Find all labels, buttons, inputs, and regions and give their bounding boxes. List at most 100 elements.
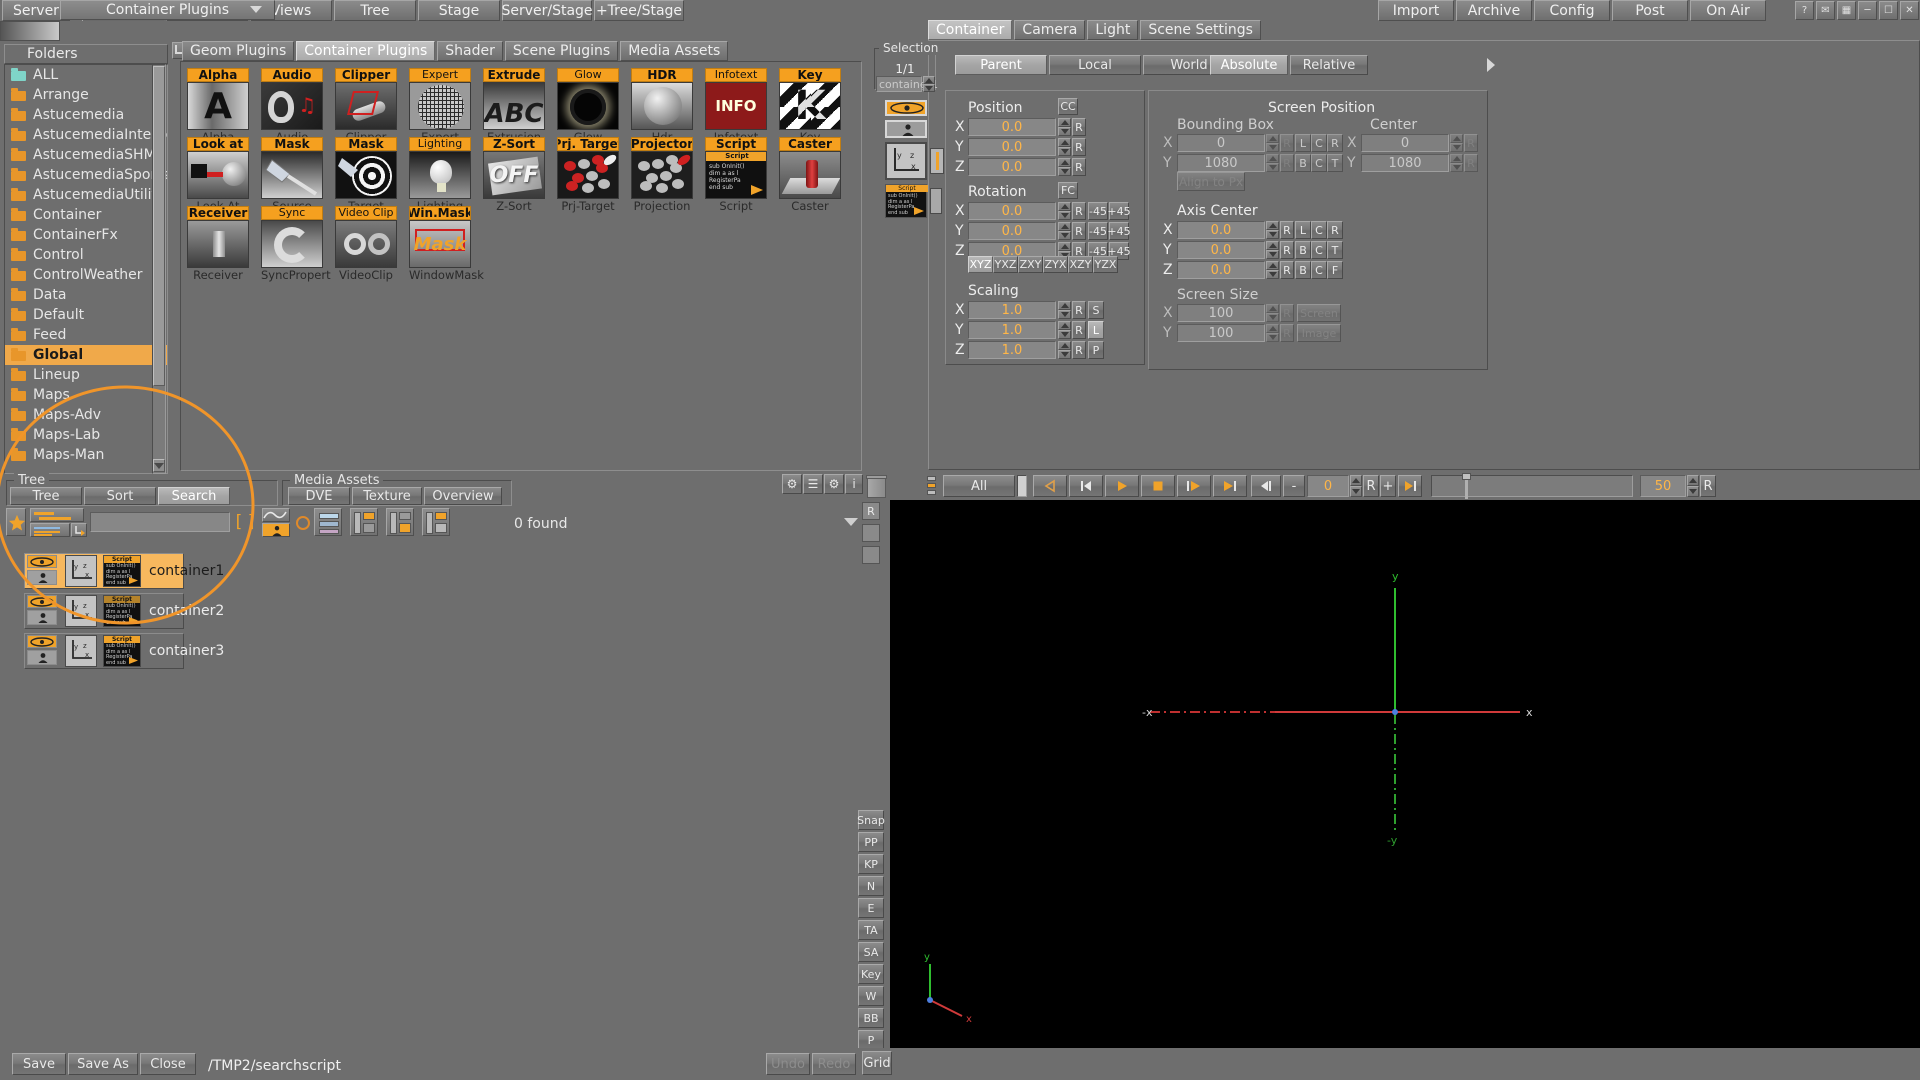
axiscenter-y-align-a[interactable]: B [1295, 241, 1311, 259]
center-y-field[interactable]: 1080 [1361, 154, 1449, 172]
menu-item-tree-stage[interactable]: +Tree/Stage [594, 0, 684, 21]
layout-icon-1[interactable] [314, 508, 342, 536]
rotation-y-reset[interactable]: R [1072, 222, 1086, 240]
center-x-field[interactable]: 0 [1361, 134, 1449, 152]
plugin-item-infotext[interactable]: InfotextINFOInfotext [705, 68, 767, 143]
position-y-reset[interactable]: R [1072, 138, 1086, 156]
media-button-dve[interactable]: DVE [288, 487, 350, 505]
axiscenter-x-align-a[interactable]: L [1295, 221, 1311, 239]
menu-item-server-stage[interactable]: Server/Stage [501, 0, 593, 21]
info-icon[interactable]: i [845, 474, 863, 494]
transport-time-reset[interactable]: R [1700, 475, 1716, 497]
position-z-field[interactable]: 0.0 [968, 158, 1056, 176]
scaling-x-lock[interactable]: S [1088, 301, 1104, 319]
transport-plus-button[interactable]: + [1380, 475, 1396, 497]
folder-item-lineup[interactable]: Lineup [5, 365, 167, 385]
side-strip-L2-icon[interactable] [862, 546, 880, 564]
transport-range-marker[interactable] [1017, 475, 1027, 497]
bbox-y-field[interactable]: 1080 [1177, 154, 1265, 172]
folder-item-controlweather[interactable]: ControlWeather [5, 265, 167, 285]
rotation-order-xzy[interactable]: XZY [1068, 256, 1093, 273]
side-tab-ta[interactable]: TA [858, 920, 884, 940]
tree-view-toggle-icon[interactable] [30, 508, 84, 522]
restore-icon[interactable]: ☐ [1879, 1, 1898, 20]
plugin-item-script[interactable]: Script Script sub OnInit() dim a as l Regist… [705, 137, 767, 212]
expand-arrow-icon[interactable] [71, 523, 87, 537]
folder-item-maps-lab[interactable]: Maps-Lab [5, 425, 167, 445]
bbox-x-stepper[interactable] [1266, 134, 1279, 152]
folder-item-maps[interactable]: Maps [5, 385, 167, 405]
folder-item-astucemedia[interactable]: Astucemedia [5, 105, 167, 125]
plugin-item-hdr[interactable]: HDRHdr [631, 68, 693, 143]
plugin-tab-container-plugins[interactable]: Container Plugins [296, 41, 436, 61]
menu-item-post[interactable]: Post [1612, 0, 1688, 21]
scaling-y-stepper[interactable] [1058, 321, 1071, 339]
layout-icon-3[interactable] [386, 508, 414, 536]
side-tab-kp[interactable]: KP [858, 854, 884, 874]
center-y-stepper[interactable] [1450, 154, 1463, 172]
menu-item-stage[interactable]: Stage [418, 0, 500, 21]
bbox-x-field[interactable]: 0 [1177, 134, 1265, 152]
grid-icon[interactable]: ▦ [1837, 1, 1856, 20]
folder-item-control[interactable]: Control [5, 245, 167, 265]
rotation-x-plus45[interactable]: +45 [1107, 202, 1131, 220]
side-tab-snap[interactable]: Snap [857, 810, 885, 830]
transport-stop-button[interactable] [1141, 475, 1175, 497]
plugin-tab-geom-plugins[interactable]: Geom Plugins [182, 41, 295, 61]
container-axis-icon[interactable]: yzx [65, 555, 97, 587]
bbox-x-align-b[interactable]: C [1311, 134, 1327, 152]
folders-scrollbar[interactable] [152, 64, 166, 474]
layout-icon-2[interactable] [350, 508, 378, 536]
redo-button[interactable]: Redo [812, 1053, 856, 1075]
3d-viewport[interactable]: -x x y -y y x [890, 500, 1920, 1080]
transport-minus-button[interactable]: - [1283, 475, 1305, 497]
media-button-texture[interactable]: Texture [352, 487, 422, 505]
folder-item-maps-adv[interactable]: Maps-Adv [5, 405, 167, 425]
mode-button-relative[interactable]: Relative [1290, 55, 1368, 75]
scaling-y-lock[interactable]: L [1088, 321, 1104, 339]
property-tab-light[interactable]: Light [1087, 20, 1139, 40]
plugin-item-prj-target[interactable]: Prj. Target Prj-Target [557, 137, 619, 212]
scaling-x-stepper[interactable] [1058, 301, 1071, 319]
close-icon[interactable]: ✕ [1900, 1, 1919, 20]
menu-item-import[interactable]: Import [1378, 0, 1454, 21]
transport-play-to-button[interactable] [1177, 475, 1211, 497]
no-entry-icon[interactable] [296, 516, 310, 530]
scaling-z-reset[interactable]: R [1072, 341, 1086, 359]
position-x-field[interactable]: 0.0 [968, 118, 1056, 136]
bracket-icon[interactable]: [ ] [232, 512, 258, 532]
person-toggle-icon[interactable] [262, 523, 290, 537]
axiscenter-y-reset[interactable]: R [1280, 241, 1294, 259]
plugin-item-audio[interactable]: Audio♫Audio [261, 68, 323, 143]
plugin-category-combo[interactable]: Container Plugins [60, 0, 275, 20]
container-axis-icon[interactable]: yzx [65, 595, 97, 627]
property-tab-camera[interactable]: Camera [1014, 20, 1086, 40]
plugin-item-expert[interactable]: ExpertExpert [409, 68, 471, 143]
plugin-item-source[interactable]: MaskSource [261, 137, 323, 212]
container-visibility-icons[interactable] [27, 595, 59, 627]
position-z-stepper[interactable] [1058, 158, 1071, 176]
plugin-item-z-sort[interactable]: Z-Sort OFF Z-Sort [483, 137, 545, 212]
scaling-z-stepper[interactable] [1058, 341, 1071, 359]
container-script-icon[interactable]: Script sub OnInit() dim a as l RegisterPa en… [103, 595, 141, 627]
container-script-icon[interactable]: Script sub OnInit() dim a as l RegisterPa en… [103, 635, 141, 667]
folder-item-astucemediautility[interactable]: AstucemediaUtility [5, 185, 167, 205]
mail-icon[interactable]: ✉ [1816, 1, 1835, 20]
menu-item-config[interactable]: Config [1534, 0, 1610, 21]
screensize-x-button[interactable]: Screen [1297, 304, 1341, 322]
plugin-item-receiver[interactable]: Receiver Receiver [187, 206, 249, 281]
selection-icon-script[interactable]: Script sub OnInit() dim a as l RegisterPa e… [885, 184, 928, 218]
plugin-tab-media-assets[interactable]: Media Assets [620, 41, 729, 61]
folder-item-data[interactable]: Data [5, 285, 167, 305]
container-visibility-icons[interactable] [27, 635, 59, 667]
plugin-item-syncpropert[interactable]: Sync SyncPropert [261, 206, 331, 281]
scaling-y-reset[interactable]: R [1072, 321, 1086, 339]
folder-item-default[interactable]: Default [5, 305, 167, 325]
rotation-order-yzx[interactable]: YZX [1093, 256, 1118, 273]
align-to-px-button[interactable]: Align to Px [1177, 172, 1245, 191]
axiscenter-y-align-c[interactable]: T [1327, 241, 1343, 259]
axiscenter-z-stepper[interactable] [1266, 261, 1279, 279]
selection-stepper[interactable] [923, 76, 935, 92]
screensize-x-field[interactable]: 100 [1177, 304, 1265, 322]
axiscenter-y-stepper[interactable] [1266, 241, 1279, 259]
